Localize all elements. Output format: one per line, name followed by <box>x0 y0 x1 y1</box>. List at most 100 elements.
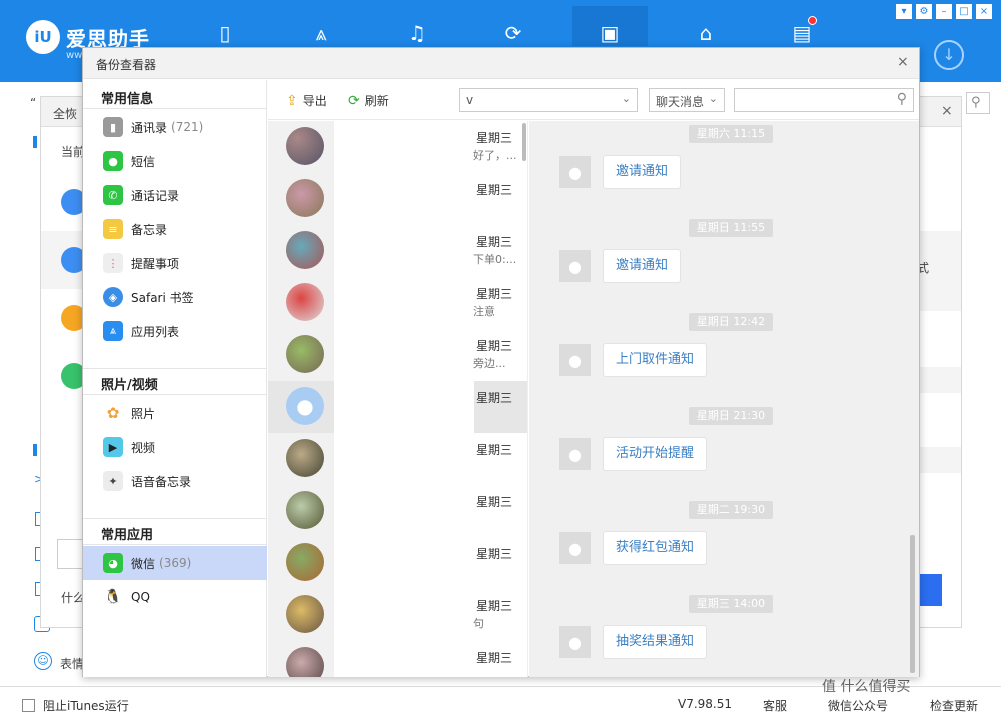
avatar <box>286 439 324 477</box>
message-row: ● 邀请通知 <box>559 155 682 189</box>
bg-dialog-close-icon[interactable]: × <box>941 103 953 119</box>
message-bubble[interactable]: 抽奖结果通知 <box>603 625 708 659</box>
message-type-value: 聊天消息 <box>656 95 705 109</box>
reminders-icon: ⋮ <box>103 253 123 273</box>
sidebar-item-label: 通讯录 <box>131 120 168 135</box>
message-bubble[interactable]: 邀请通知 <box>603 249 682 283</box>
maximize-icon[interactable]: □ <box>956 4 972 19</box>
sidebar-item-contacts[interactable]: ▮ 通讯录 (721) <box>83 110 267 144</box>
settings-icon[interactable]: ⚙ <box>916 4 932 19</box>
itunes-checkbox[interactable] <box>22 699 35 712</box>
chat-list-item[interactable]: 星期三 下单0:... <box>268 225 527 277</box>
chat-scrollbar[interactable] <box>910 535 915 673</box>
viewer-sidebar: 常用信息 ▮ 通讯录 (721) ● 短信 ✆ 通话记录 ≡ 备忘录 ⋮ 提醒事… <box>83 80 267 677</box>
chat-list-item[interactable]: 星期三 <box>268 641 527 677</box>
chat-list-item-selected[interactable]: ● 星期三 <box>268 381 527 433</box>
device-icon[interactable]: ▯ <box>212 20 238 46</box>
download-icon[interactable]: ↓ <box>934 40 964 70</box>
sidebar-item-safari[interactable]: ◈ Safari 书签 <box>83 280 267 314</box>
update-link[interactable]: 检查更新 <box>930 697 978 714</box>
message-type-select[interactable]: 聊天消息 ⌄ <box>649 88 725 112</box>
section-photo-video: 照片/视频 <box>101 378 158 393</box>
chat-time: 星期三 <box>476 651 513 665</box>
chat-snippet: 注意 <box>473 305 495 318</box>
refresh-button[interactable]: ⟳ 刷新 <box>348 92 389 109</box>
avatar <box>286 647 324 677</box>
sidebar-item-count: (721) <box>171 120 204 134</box>
wechat-link[interactable]: 微信公众号 <box>828 697 888 714</box>
avatar <box>286 543 324 581</box>
export-label: 导出 <box>302 94 327 108</box>
message-time: 星期日 12:42 <box>689 313 773 331</box>
refresh-label: 刷新 <box>364 94 389 108</box>
export-button[interactable]: ⇪ 导出 <box>286 92 327 109</box>
message-row: ● 抽奖结果通知 <box>559 625 708 659</box>
message-time: 星期六 11:15 <box>689 125 773 143</box>
notification-badge <box>808 16 817 25</box>
avatar <box>286 283 324 321</box>
sidebar-item-reminders[interactable]: ⋮ 提醒事项 <box>83 246 267 280</box>
sidebar-item-videos[interactable]: ▶ 视频 <box>83 430 267 464</box>
chat-list-item[interactable]: 星期三 好了，... <box>268 121 527 173</box>
music-icon[interactable]: ♫ <box>404 20 430 46</box>
divider <box>83 368 267 369</box>
smile-icon: ☺ <box>34 652 52 670</box>
account-select[interactable]: v ⌄ <box>459 88 638 112</box>
chat-list: 星期三 好了，... 星期三 星期三 下单0:... 星期三 注意 星期三 旁边… <box>268 121 528 677</box>
message-bubble[interactable]: 邀请通知 <box>603 155 682 189</box>
chat-list-scrollbar[interactable] <box>522 123 526 161</box>
sidebar-item-sms[interactable]: ● 短信 <box>83 144 267 178</box>
message-bubble[interactable]: 活动开始提醒 <box>603 437 708 471</box>
chat-panel: 星期六 11:15 ● 邀请通知 星期日 11:55 ● 邀请通知 星期日 12… <box>529 121 919 677</box>
minimize-icon[interactable]: – <box>936 4 952 19</box>
bg-dialog-title: 全恢 <box>53 107 78 121</box>
bg-search-box[interactable]: ⚲ <box>966 92 990 114</box>
contacts-icon: ▮ <box>103 117 123 137</box>
sidebar-item-calls[interactable]: ✆ 通话记录 <box>83 178 267 212</box>
sidebar-item-wechat[interactable]: ◕ 微信 (369) <box>83 546 267 580</box>
chat-list-item[interactable]: 星期三 <box>268 485 527 537</box>
chat-list-item[interactable]: 星期三 句 <box>268 589 527 641</box>
sidebar-item-qq[interactable]: 🐧 QQ <box>83 580 267 614</box>
message-bubble[interactable]: 上门取件通知 <box>603 343 708 377</box>
appstore-nav-icon[interactable]: ⩓ <box>308 20 334 46</box>
message-bubble[interactable]: 获得红包通知 <box>603 531 708 565</box>
version-label: V7.98.51 <box>678 697 733 711</box>
sidebar-item-notes[interactable]: ≡ 备忘录 <box>83 212 267 246</box>
chat-list-item[interactable]: 星期三 <box>268 433 527 485</box>
viewer-title: 备份查看器 <box>96 58 157 72</box>
sidebar-item-label: 微信 <box>131 556 156 571</box>
section-common-info: 常用信息 <box>101 92 154 107</box>
message-time: 星期日 11:55 <box>689 219 773 237</box>
chat-list-item[interactable]: 星期三 注意 <box>268 277 527 329</box>
chat-time: 星期三 <box>476 131 513 145</box>
chat-time: 星期三 <box>476 235 513 249</box>
close-icon[interactable]: × <box>976 4 992 19</box>
refresh-icon: ⟳ <box>348 92 360 109</box>
sidebar-item-photos[interactable]: ✿ 照片 <box>83 396 267 430</box>
search-icon[interactable]: ⚲ <box>897 91 907 107</box>
service-link[interactable]: 客服 <box>763 697 787 714</box>
sidebar-item-label: 通话记录 <box>131 188 180 203</box>
chat-snippet: 下单0:... <box>473 253 517 266</box>
toolbox-icon[interactable]: ▣ <box>597 20 623 46</box>
message-row: ● 上门取件通知 <box>559 343 708 377</box>
sidebar-item-apps[interactable]: ⩓ 应用列表 <box>83 314 267 348</box>
bg-confirm-button[interactable] <box>918 574 942 606</box>
bg-left-fragment: 表情 <box>60 657 85 671</box>
chat-time: 星期三 <box>476 391 513 405</box>
chat-list-item[interactable]: 星期三 <box>268 537 527 589</box>
itunes-checkbox-label: 阻止iTunes运行 <box>43 699 129 713</box>
chat-time: 星期三 <box>476 339 513 353</box>
viewer-close-icon[interactable]: × <box>897 54 909 70</box>
divider <box>83 394 267 395</box>
tutorial-icon[interactable]: ⌂ <box>693 20 719 46</box>
sync-icon[interactable]: ⟳ <box>500 20 526 46</box>
chat-time: 星期三 <box>476 547 513 561</box>
sidebar-item-voice-memos[interactable]: ✦ 语音备忘录 <box>83 464 267 498</box>
chat-list-item[interactable]: 星期三 旁边... <box>268 329 527 381</box>
sidebar-item-label: 提醒事项 <box>131 256 180 271</box>
skin-icon[interactable]: ▾ <box>896 4 912 19</box>
chat-list-item[interactable]: 星期三 <box>268 173 527 225</box>
search-input[interactable]: ⚲ <box>734 88 914 112</box>
